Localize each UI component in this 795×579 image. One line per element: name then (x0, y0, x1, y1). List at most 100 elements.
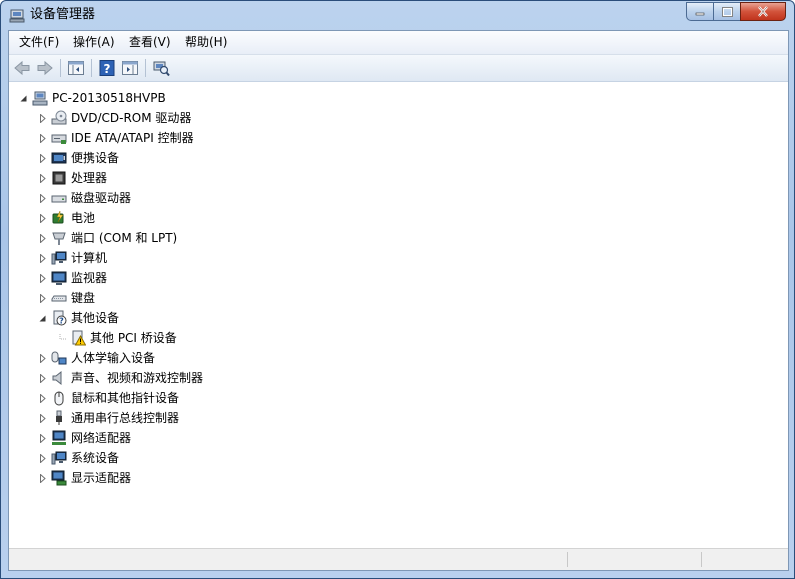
toolbar: ? (9, 55, 788, 82)
disk-drive-icon (51, 195, 67, 203)
tree-item-processor[interactable]: 处理器 (38, 168, 107, 188)
tree-item-mouse[interactable]: 鼠标和其他指针设备 (38, 388, 179, 408)
window-title: 设备管理器 (30, 7, 96, 22)
tree-item-dvd[interactable]: DVD/CD-ROM 驱动器 (38, 108, 191, 128)
tree-item-network[interactable]: 网络适配器 (38, 428, 131, 448)
collapsed-arrow-icon[interactable] (38, 113, 47, 123)
collapsed-arrow-icon[interactable] (38, 193, 47, 203)
tree-connector-icon (59, 333, 66, 339)
tree-item-label: IDE ATA/ATAPI 控制器 (71, 131, 194, 145)
forward-arrow-icon[interactable] (36, 59, 54, 77)
expanded-arrow-icon[interactable] (38, 314, 47, 323)
monitor-icon (51, 271, 67, 285)
tree-item-other-devices[interactable]: ? 其他设备 (38, 308, 119, 328)
collapsed-arrow-icon[interactable] (38, 233, 47, 243)
computer-icon (51, 251, 67, 265)
menu-file[interactable]: 文件(F) (17, 35, 61, 50)
ide-controller-icon (51, 134, 67, 144)
toolbar-separator (60, 59, 61, 77)
display-adapter-icon (51, 470, 67, 486)
tree-item-label: 磁盘驱动器 (71, 191, 132, 205)
usb-icon (56, 410, 62, 425)
collapsed-arrow-icon[interactable] (38, 373, 47, 383)
tree-item-label: 系统设备 (71, 451, 120, 465)
tree-item-keyboard[interactable]: 键盘 (38, 288, 95, 308)
collapsed-arrow-icon[interactable] (38, 253, 47, 263)
tree-item-label: 处理器 (71, 171, 108, 185)
tree-item-disk[interactable]: 磁盘驱动器 (38, 188, 131, 208)
tree-item-label: 电池 (71, 211, 96, 225)
show-hide-console-tree-icon[interactable] (67, 59, 85, 77)
collapsed-arrow-icon[interactable] (38, 413, 47, 423)
portable-device-icon (51, 152, 67, 164)
status-bar (9, 548, 788, 570)
device-manager-window: 设备管理器 文件(F) 操作(A) 查看(V) 帮助(H) ? PC-20130… (0, 0, 795, 579)
tree-item-label: 其他 PCI 桥设备 (90, 331, 177, 345)
tree-item-computer[interactable]: 计算机 (38, 248, 107, 268)
tree-item-label: 通用串行总线控制器 (71, 411, 180, 425)
back-arrow-icon[interactable] (13, 59, 31, 77)
collapsed-arrow-icon[interactable] (38, 473, 47, 483)
hid-icon (51, 351, 67, 365)
minimize-icon (695, 12, 705, 15)
svg-text:?: ? (104, 62, 111, 76)
collapsed-arrow-icon[interactable] (38, 133, 47, 143)
sound-icon (52, 370, 62, 386)
tree-item-system[interactable]: 系统设备 (38, 448, 119, 468)
device-manager-icon (9, 9, 25, 23)
status-bar-divider (567, 552, 568, 567)
tree-item-label: 声音、视频和游戏控制器 (71, 371, 204, 385)
properties-pane-icon[interactable] (121, 59, 139, 77)
tree-item-monitor[interactable]: 监视器 (38, 268, 107, 288)
toolbar-separator (91, 59, 92, 77)
toolbar-separator (145, 59, 146, 77)
collapsed-arrow-icon[interactable] (38, 153, 47, 163)
tree-root[interactable]: PC-20130518HVPB (19, 88, 166, 108)
close-icon (758, 6, 768, 17)
tree-item-portable[interactable]: 便携设备 (38, 148, 119, 168)
collapsed-arrow-icon[interactable] (38, 393, 47, 403)
status-bar-divider (701, 552, 702, 567)
tree-item-label: 监视器 (71, 271, 108, 285)
tree-item-label: 鼠标和其他指针设备 (71, 391, 180, 405)
system-device-icon (51, 451, 67, 465)
menu-action[interactable]: 操作(A) (71, 35, 117, 50)
help-icon[interactable]: ? (98, 59, 116, 77)
collapsed-arrow-icon[interactable] (38, 293, 47, 303)
tree-root-label: PC-20130518HVPB (52, 91, 166, 105)
expanded-arrow-icon[interactable] (19, 94, 28, 103)
collapsed-arrow-icon[interactable] (38, 433, 47, 443)
collapsed-arrow-icon[interactable] (38, 273, 47, 283)
tree-item-usb[interactable]: 通用串行总线控制器 (38, 408, 179, 428)
tree-item-label: 显示适配器 (71, 471, 132, 485)
tree-item-label: 人体学输入设备 (71, 351, 156, 365)
tree-item-hid[interactable]: 人体学输入设备 (38, 348, 155, 368)
tree-child-pci-bridge[interactable]: 其他 PCI 桥设备 (57, 328, 177, 348)
tree-item-label: 端口 (COM 和 LPT) (71, 231, 178, 245)
maximize-button[interactable] (713, 2, 741, 21)
port-icon (52, 232, 66, 245)
menu-view[interactable]: 查看(V) (127, 35, 173, 50)
tree-item-label: DVD/CD-ROM 驱动器 (71, 111, 192, 125)
collapsed-arrow-icon[interactable] (38, 453, 47, 463)
tree-item-display[interactable]: 显示适配器 (38, 468, 131, 488)
menu-help[interactable]: 帮助(H) (183, 35, 229, 50)
close-button[interactable] (740, 2, 786, 21)
mouse-icon (54, 391, 64, 406)
tree-item-ide[interactable]: IDE ATA/ATAPI 控制器 (38, 128, 194, 148)
tree-item-label: 计算机 (71, 251, 108, 265)
network-adapter-icon (52, 430, 66, 445)
minimize-button[interactable] (686, 2, 714, 21)
tree-item-sound[interactable]: 声音、视频和游戏控制器 (38, 368, 203, 388)
dvd-drive-icon (51, 110, 67, 125)
collapsed-arrow-icon[interactable] (38, 173, 47, 183)
processor-icon (52, 171, 66, 185)
battery-icon (52, 210, 64, 224)
tree-item-port[interactable]: 端口 (COM 和 LPT) (38, 228, 177, 248)
tree-item-label: 其他设备 (71, 311, 120, 325)
collapsed-arrow-icon[interactable] (38, 353, 47, 363)
collapsed-arrow-icon[interactable] (38, 213, 47, 223)
scan-hardware-icon[interactable] (152, 59, 170, 77)
tree-item-battery[interactable]: 电池 (38, 208, 95, 228)
title-bar[interactable]: 设备管理器 (1, 1, 794, 31)
